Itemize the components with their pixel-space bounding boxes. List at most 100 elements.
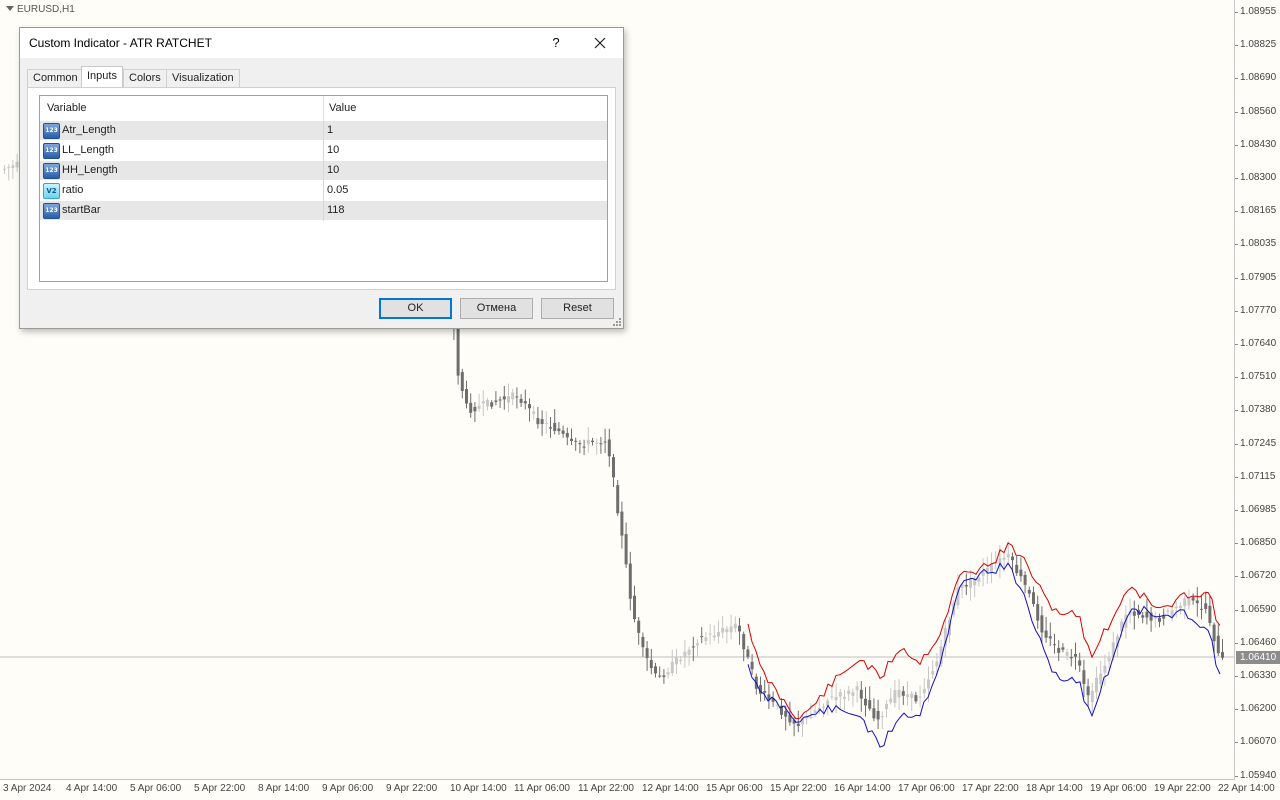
candle-body <box>645 648 649 659</box>
candle-body <box>540 419 544 425</box>
candle-body <box>880 716 884 718</box>
candle-body <box>1090 690 1094 703</box>
candle-body <box>872 708 876 719</box>
grid-header: Variable Value <box>40 96 607 122</box>
ok-button[interactable]: OK <box>379 298 452 319</box>
candle-body <box>855 686 859 691</box>
input-row-ratio[interactable]: V2 ratio 0.05 <box>40 181 607 201</box>
variable-value[interactable]: 118 <box>327 204 345 216</box>
candle-body <box>1187 598 1191 606</box>
candle-body <box>553 422 557 431</box>
price-tick-label: 1.08430 <box>1234 138 1277 150</box>
price-tick-label: 1.08035 <box>1234 238 1277 250</box>
dialog-titlebar[interactable]: Custom Indicator - ATR RATCHET ? <box>20 28 623 58</box>
input-row-hh-length[interactable]: 123 HH_Length 10 <box>40 161 607 181</box>
input-row-startbar[interactable]: 123 startBar 118 <box>40 201 607 221</box>
candle-body <box>498 399 502 401</box>
candle-body <box>901 691 905 696</box>
time-tick-label: 15 Apr 22:00 <box>770 783 827 794</box>
cell-divider <box>323 181 324 201</box>
close-icon <box>594 37 606 49</box>
candle-body <box>490 402 494 407</box>
candle-body <box>906 694 909 697</box>
price-tick-label: 1.07245 <box>1234 437 1277 449</box>
candle-body <box>1158 617 1161 622</box>
price-tick-label: 1.06850 <box>1234 537 1277 549</box>
candle-body <box>1107 657 1111 662</box>
variable-value[interactable]: 10 <box>327 164 339 176</box>
resize-grip-icon[interactable] <box>613 318 621 326</box>
candle-body <box>1078 660 1082 666</box>
cell-divider <box>323 141 324 161</box>
close-button[interactable] <box>588 30 612 56</box>
price-tick-label: 1.07905 <box>1234 271 1277 283</box>
candle-body <box>507 396 510 403</box>
candle-body <box>1086 686 1090 696</box>
reset-button[interactable]: Reset <box>541 298 614 319</box>
help-button[interactable]: ? <box>544 30 568 56</box>
candle-body <box>712 635 716 638</box>
candle-body <box>616 485 620 514</box>
price-tick-label: 1.08825 <box>1234 39 1277 51</box>
candle-body <box>637 620 641 633</box>
variable-value[interactable]: 0.05 <box>327 184 348 196</box>
candle-body <box>1006 553 1010 558</box>
candle-body <box>624 534 628 565</box>
candle-body <box>1174 606 1178 609</box>
tab-visualization[interactable]: Visualization <box>166 69 240 87</box>
candle-body <box>851 692 855 696</box>
candle-body <box>1095 677 1098 693</box>
candle-body <box>868 700 872 709</box>
time-axis[interactable]: 3 Apr 2024 4 Apr 14:00 5 Apr 06:00 5 Apr 22… <box>0 780 1275 800</box>
candle-body <box>1057 647 1061 653</box>
candle-body <box>784 710 788 717</box>
candle-body <box>578 443 582 445</box>
input-row-atr-length[interactable]: 123 Atr_Length 1 <box>40 121 607 141</box>
candle-body <box>1019 569 1023 577</box>
candle-body <box>481 401 485 404</box>
header-divider[interactable] <box>323 96 324 121</box>
column-header-value[interactable]: Value <box>329 102 356 114</box>
variable-name: HH_Length <box>62 164 118 176</box>
time-tick-label: 19 Apr 22:00 <box>1154 783 1211 794</box>
candle-body <box>910 693 914 698</box>
candle-body <box>838 692 842 697</box>
variable-name: ratio <box>62 184 84 196</box>
tab-colors[interactable]: Colors <box>123 69 167 87</box>
cancel-button[interactable]: Отмена <box>460 298 533 319</box>
candle-body <box>746 649 750 657</box>
tab-inputs[interactable]: Inputs <box>81 66 123 87</box>
candle-body <box>885 703 888 710</box>
candle-body <box>733 623 737 629</box>
time-tick-label: 17 Apr 22:00 <box>962 783 1019 794</box>
candle-body <box>1053 644 1056 646</box>
indicator-dialog: Custom Indicator - ATR RATCHET ? Common … <box>19 27 624 329</box>
candle-body <box>565 432 569 438</box>
tab-common[interactable]: Common <box>27 69 84 87</box>
time-tick-label: 4 Apr 14:00 <box>66 783 118 794</box>
candle-body <box>918 696 922 698</box>
price-tick-label: 1.06330 <box>1234 670 1277 681</box>
price-tick-label: 1.06200 <box>1234 703 1277 715</box>
variable-value[interactable]: 10 <box>327 144 339 156</box>
candle-body <box>1099 673 1103 684</box>
time-tick-label: 8 Apr 14:00 <box>258 783 310 794</box>
candle-body <box>1061 647 1065 650</box>
candle-body <box>586 439 590 445</box>
candle-body <box>570 438 573 442</box>
variable-name: LL_Length <box>62 144 114 156</box>
variable-value[interactable]: 1 <box>327 124 333 136</box>
candle-body <box>666 672 670 675</box>
candle-body <box>935 661 939 667</box>
cell-divider <box>323 161 324 181</box>
candle-body <box>725 629 729 633</box>
column-header-variable[interactable]: Variable <box>47 102 87 114</box>
candle-body <box>654 666 657 674</box>
candle-body <box>599 443 603 445</box>
candle-body <box>523 401 527 404</box>
candle-body <box>738 625 741 632</box>
time-tick-label: 11 Apr 22:00 <box>578 783 634 794</box>
candle-body <box>1074 654 1077 657</box>
price-tick-label: 1.06070 <box>1234 736 1277 748</box>
input-row-ll-length[interactable]: 123 LL_Length 10 <box>40 141 607 161</box>
